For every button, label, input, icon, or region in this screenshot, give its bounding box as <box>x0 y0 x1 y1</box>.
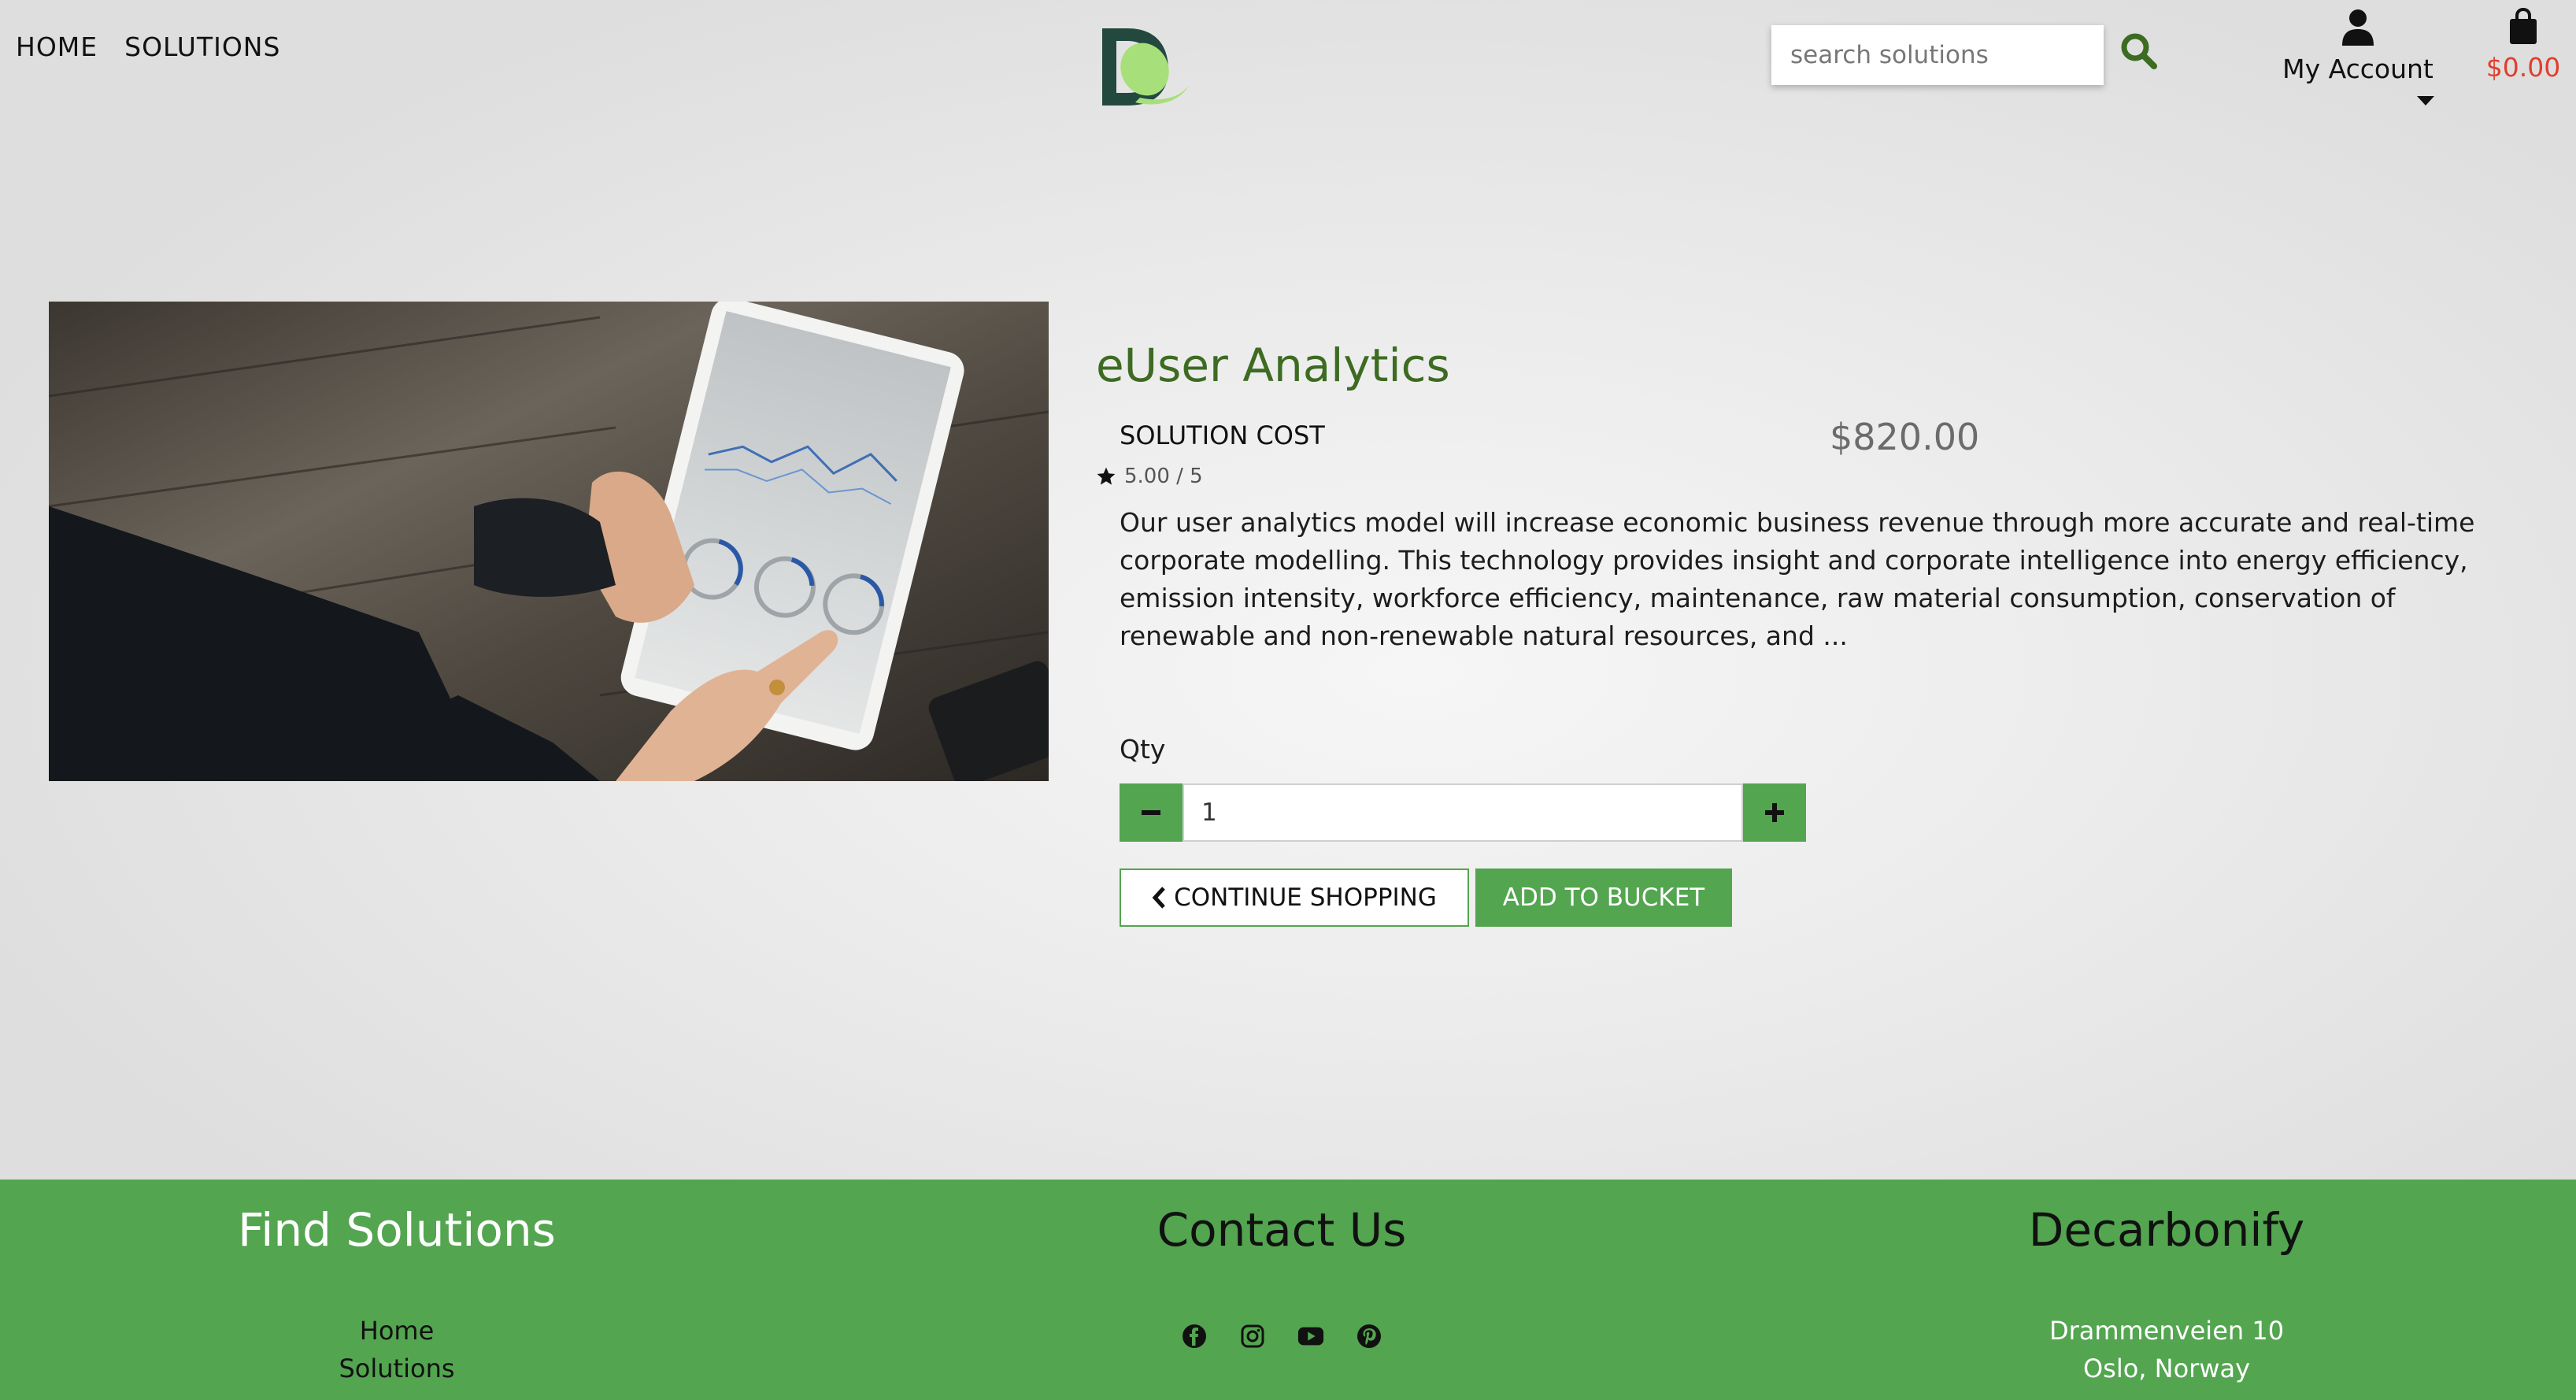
solution-cost-label: SOLUTION COST <box>1120 420 1325 450</box>
my-account-menu[interactable]: My Account <box>2267 8 2448 106</box>
product-image <box>49 302 1049 781</box>
product-description: Our user analytics model will increase e… <box>1120 507 2475 651</box>
my-account-label: My Account <box>2282 54 2434 84</box>
footer-home-link[interactable]: Home <box>121 1312 672 1350</box>
main-nav: HOME SOLUTIONS <box>16 31 280 62</box>
add-to-bucket-button[interactable]: ADD TO BUCKET <box>1475 869 1732 927</box>
plus-icon <box>1765 803 1784 822</box>
qty-label: Qty <box>1120 734 1166 765</box>
search-icon[interactable] <box>2119 31 2163 76</box>
footer-contact: Contact Us <box>1006 1203 1557 1350</box>
product-rating: 5.00 / 5 <box>1096 465 1203 488</box>
address-line-2: Oslo, Norway <box>2082 1354 2251 1383</box>
star-icon <box>1097 467 1116 485</box>
cart-button[interactable]: $0.00 <box>2480 7 2567 83</box>
qty-input[interactable] <box>1183 783 1743 842</box>
product-price: $820.00 <box>1830 416 1980 458</box>
rating-value: 5.00 / 5 <box>1124 465 1203 488</box>
instagram-icon[interactable] <box>1239 1323 1266 1350</box>
decarbonify-logo[interactable] <box>1096 24 1198 112</box>
qty-increment-button[interactable] <box>1743 783 1806 842</box>
footer-find-solutions-title: Find Solutions <box>238 1203 556 1257</box>
cart-total: $0.00 <box>2485 52 2561 83</box>
footer-company-title: Decarbonify <box>2028 1203 2305 1257</box>
footer-decarbonify: Decarbonify Drammenveien 10 Oslo, Norway <box>1891 1203 2442 1387</box>
product-title: eUser Analytics <box>1096 339 1450 392</box>
footer-solutions-link[interactable]: Solutions <box>121 1350 672 1387</box>
facebook-icon[interactable] <box>1181 1323 1208 1350</box>
continue-shopping-button[interactable]: CONTINUE SHOPPING <box>1120 869 1469 927</box>
nav-solutions-link[interactable]: SOLUTIONS <box>124 31 280 62</box>
footer: Find Solutions Home Solutions Contact Us… <box>0 1180 2576 1400</box>
chevron-left-icon <box>1152 887 1165 909</box>
qty-decrement-button[interactable] <box>1120 783 1183 842</box>
user-icon <box>2342 9 2374 46</box>
minus-icon <box>1142 810 1160 815</box>
nav-home-link[interactable]: HOME <box>16 31 98 62</box>
shopping-bag-icon <box>2510 7 2537 44</box>
youtube-icon[interactable] <box>1297 1323 1324 1350</box>
address-line-1: Drammenveien 10 <box>2049 1316 2285 1346</box>
footer-contact-title: Contact Us <box>1157 1203 1407 1257</box>
continue-shopping-label: CONTINUE SHOPPING <box>1174 883 1437 912</box>
pinterest-icon[interactable] <box>1356 1323 1382 1350</box>
chevron-down-icon[interactable] <box>2417 96 2434 106</box>
search-input[interactable] <box>1771 25 2104 85</box>
footer-find-solutions: Find Solutions Home Solutions <box>121 1203 672 1387</box>
